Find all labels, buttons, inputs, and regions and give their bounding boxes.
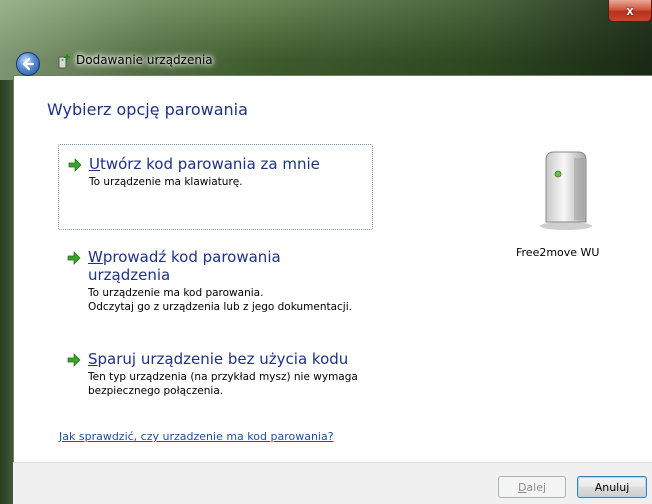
cancel-button-label: Anuluj (594, 480, 630, 494)
window-border (0, 80, 13, 504)
next-button-label: Dalej (517, 480, 547, 494)
option-description: To urządzenie ma kod parowania. Odczytaj… (88, 287, 352, 313)
option-title: Wprowadź kod parowania urządzenia (88, 248, 281, 284)
bluetooth-device-icon (540, 151, 592, 230)
green-arrow-icon (67, 353, 81, 367)
page-title: Wybierz opcję parowania (47, 100, 248, 119)
green-arrow-icon (68, 158, 82, 172)
cancel-button[interactable]: Anuluj (577, 476, 647, 498)
option-description: Ten typ urządzenia (na przykład mysz) ni… (88, 371, 358, 397)
add-device-icon (58, 54, 70, 69)
back-arrow-icon (22, 57, 35, 71)
option-title: Utwórz kod parowania za mnie (89, 155, 320, 173)
option-description: To urządzenie ma klawiaturę. (89, 176, 243, 188)
close-icon: x (626, 3, 634, 18)
window-title: Dodawanie urządzenia (76, 53, 213, 67)
device-name: Free2move WU (516, 246, 600, 259)
close-button[interactable]: x (608, 0, 652, 22)
next-button[interactable]: Dalej (498, 476, 566, 498)
green-arrow-icon (67, 251, 81, 265)
back-button[interactable] (16, 52, 40, 76)
option-title: Sparuj urządzenie bez użycia kodu (88, 350, 349, 368)
option-pair-without-code[interactable]: Sparuj urządzenie bez użycia kodu Ten ty… (58, 340, 373, 412)
help-link[interactable]: Jak sprawdzić, czy urzadzenie ma kod par… (59, 430, 334, 443)
option-enter-code[interactable]: Wprowadź kod parowania urządzenia To urz… (58, 238, 373, 313)
option-create-code[interactable]: Utwórz kod parowania za mnie To urządzen… (58, 144, 373, 230)
